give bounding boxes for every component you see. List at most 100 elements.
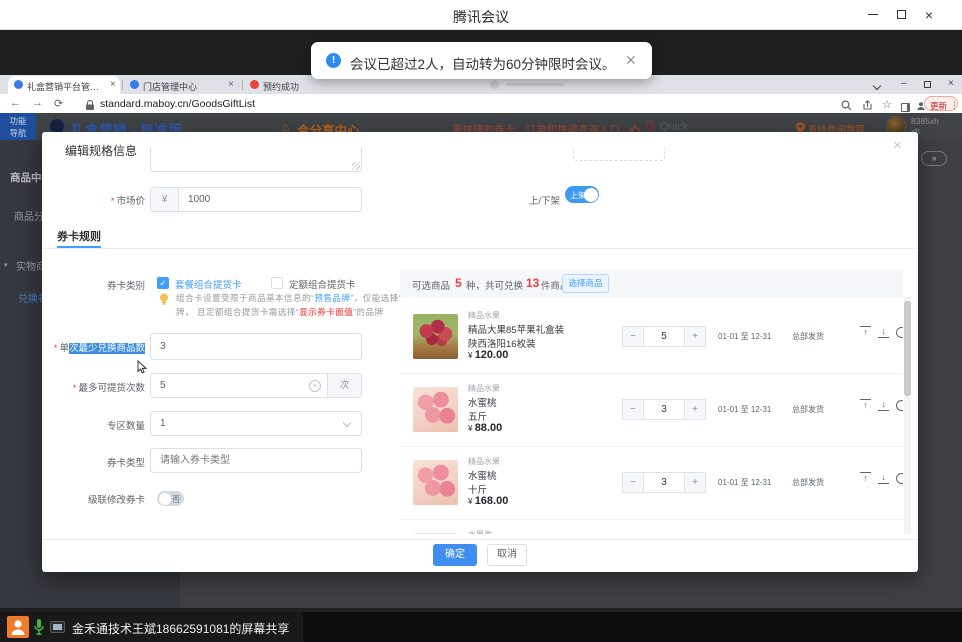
- dialog-close-icon[interactable]: ×: [893, 137, 902, 154]
- reload-icon[interactable]: ⟳: [54, 97, 63, 110]
- nav-line2: 导航: [0, 127, 36, 139]
- product-spec: 十斤: [468, 482, 487, 496]
- close-button[interactable]: ×: [920, 6, 938, 24]
- scrollbar-thumb[interactable]: [904, 301, 911, 396]
- clear-input-icon[interactable]: ×: [309, 380, 321, 392]
- back-icon[interactable]: ←: [10, 97, 21, 109]
- tab-label: 礼盒营销平台管理中心: [27, 80, 105, 93]
- move-to-bottom-icon[interactable]: ↓: [878, 472, 889, 484]
- toggle-off-text: 否: [172, 494, 180, 505]
- zone-count-label: 专区数量: [42, 418, 145, 432]
- minimize-icon: [868, 14, 878, 15]
- chrome-update-button[interactable]: 更新 ⋮: [924, 96, 958, 111]
- tab-card-rules[interactable]: 券卡规则: [57, 228, 101, 244]
- url-text[interactable]: standard.maboy.cn/GoodsGiftList: [100, 98, 255, 110]
- move-to-bottom-icon[interactable]: ↓: [878, 399, 889, 411]
- upload-box-partial[interactable]: [573, 148, 665, 161]
- validity-range: 01-01 至 12-31: [718, 404, 771, 415]
- move-to-top-icon[interactable]: ↑: [860, 326, 871, 338]
- summary-text: 种，共可兑换: [466, 278, 523, 292]
- product-category: 精品水果: [468, 383, 500, 394]
- dialog-title: 编辑规格信息: [65, 142, 137, 159]
- checkbox-checked-icon[interactable]: ✓: [157, 277, 169, 289]
- product-image: [413, 460, 458, 505]
- minus-button[interactable]: −: [622, 399, 644, 420]
- edit-spec-dialog: 编辑规格信息 × *市场价 ¥ 上/下架 上架 券卡规则: [42, 132, 918, 572]
- product-image: [413, 387, 458, 432]
- product-price: ¥ 120.00: [468, 349, 508, 361]
- browser-tab-gift-admin[interactable]: 礼盒营销平台管理中心 ×: [8, 76, 120, 94]
- card-category-label: 券卡类别: [42, 278, 145, 292]
- min-exchange-value[interactable]: [151, 334, 361, 359]
- move-to-top-icon[interactable]: ↑: [860, 472, 871, 484]
- caret-down-icon: ▾: [4, 261, 8, 269]
- cascade-toggle[interactable]: 否: [157, 491, 184, 506]
- max-pickup-input[interactable]: × 次: [150, 373, 362, 398]
- chrome-maximize-icon[interactable]: [924, 80, 931, 91]
- minimize-button[interactable]: [864, 6, 882, 24]
- types-count: 5: [455, 276, 462, 290]
- quantity-value[interactable]: 5: [644, 326, 684, 347]
- plus-button[interactable]: +: [684, 399, 706, 420]
- nav-toggle-button[interactable]: 功能 导航: [0, 113, 36, 140]
- browser-url-bar: ← → ⟳ standard.maboy.cn/GoodsGiftList ☆ …: [0, 94, 962, 113]
- partial-tab-favicon: [490, 80, 499, 89]
- maximize-button[interactable]: [892, 6, 910, 24]
- product-category: 精品水果: [468, 310, 500, 321]
- search-icon[interactable]: Q: [645, 118, 655, 133]
- market-price-label: *市场价: [42, 193, 145, 207]
- description-textarea[interactable]: [150, 148, 362, 172]
- tab-separator: [122, 80, 123, 90]
- kebab-menu-icon[interactable]: ⋮: [950, 100, 959, 111]
- quantity-stepper[interactable]: − 3 +: [622, 399, 706, 420]
- minus-button[interactable]: −: [622, 472, 644, 493]
- remove-product-icon[interactable]: [896, 473, 903, 484]
- tab-close-icon[interactable]: ×: [228, 79, 234, 90]
- resize-grip-icon[interactable]: [352, 162, 360, 170]
- zone-count-value[interactable]: [151, 412, 361, 435]
- forward-icon[interactable]: →: [32, 97, 43, 109]
- delivery-source: 总部发货: [792, 331, 824, 342]
- toast-close-icon[interactable]: ✕: [625, 52, 637, 69]
- market-price-value[interactable]: [151, 188, 361, 211]
- card-type-value[interactable]: [151, 449, 361, 472]
- option-combo-card[interactable]: 套餐组合提货卡: [175, 277, 242, 291]
- option-fixed-card[interactable]: 定额组合提货卡: [289, 277, 356, 291]
- summary-text: 可选商品: [412, 278, 450, 292]
- zone-count-select[interactable]: [150, 411, 362, 436]
- move-to-top-icon[interactable]: ↑: [860, 399, 871, 411]
- chrome-profile-chevron-icon[interactable]: [874, 81, 880, 92]
- chrome-close-icon[interactable]: ×: [948, 78, 954, 89]
- min-exchange-input[interactable]: [150, 333, 362, 360]
- remove-product-icon[interactable]: [896, 327, 903, 338]
- delivery-source: 总部发货: [792, 404, 824, 415]
- confirm-button[interactable]: 确定: [433, 544, 477, 566]
- minus-button[interactable]: −: [622, 326, 644, 347]
- quantity-stepper[interactable]: − 3 +: [622, 472, 706, 493]
- remove-product-icon[interactable]: [896, 400, 903, 411]
- move-to-bottom-icon[interactable]: ↓: [878, 326, 889, 338]
- quantity-stepper[interactable]: − 5 +: [622, 326, 706, 347]
- market-price-input[interactable]: ¥: [150, 187, 362, 212]
- cancel-dialog-button[interactable]: 取消: [487, 544, 527, 566]
- max-pickup-value[interactable]: [151, 374, 327, 397]
- select-goods-button[interactable]: 选择商品: [562, 274, 609, 293]
- plus-button[interactable]: +: [684, 472, 706, 493]
- quantity-value[interactable]: 3: [644, 399, 684, 420]
- web-page: 功能 导航 礼盒营销 - 标准版 ⌂ 合分享中心 更快捷的券卡、订单和快递查询入…: [0, 113, 962, 608]
- tab-close-icon[interactable]: ×: [110, 79, 116, 90]
- browser-tab-store-admin[interactable]: 门店管理中心 ×: [124, 76, 240, 94]
- meeting-title: 腾讯会议: [0, 7, 962, 27]
- bookmark-star-icon[interactable]: ☆: [882, 98, 892, 111]
- card-type-input[interactable]: [150, 448, 362, 473]
- update-label: 更新: [930, 100, 947, 112]
- quantity-value[interactable]: 3: [644, 472, 684, 493]
- checkbox-unchecked-icon[interactable]: [271, 277, 283, 289]
- plus-button[interactable]: +: [684, 326, 706, 347]
- min-exchange-label: *单次最少兑换商品数: [42, 340, 145, 354]
- product-list-scrollbar[interactable]: [904, 297, 911, 534]
- shelf-toggle[interactable]: 上架: [565, 186, 599, 203]
- card-type-label: 券卡类型: [42, 455, 145, 469]
- chrome-minimize-icon[interactable]: –: [901, 78, 907, 89]
- collapse-panel-button[interactable]: »: [921, 151, 947, 166]
